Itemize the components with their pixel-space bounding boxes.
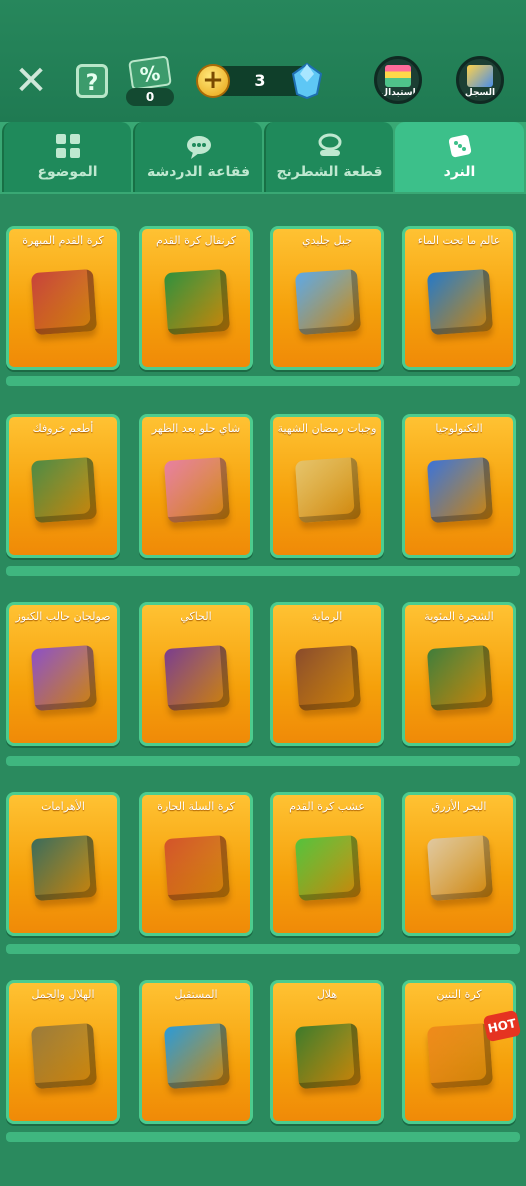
- dice-card-title: جبل جليدي: [301, 234, 353, 247]
- dice-card-title: كرة السلة الحارة: [157, 800, 235, 813]
- help-button[interactable]: ?: [76, 64, 108, 98]
- theme-grid-icon: [55, 134, 80, 158]
- dice-preview: [294, 1022, 362, 1090]
- dice-preview: [163, 644, 231, 712]
- shop-icon: [385, 65, 411, 87]
- discount-icon[interactable]: %: [128, 55, 172, 91]
- dice-card-title: الحاكي: [180, 610, 212, 623]
- tab-theme-label: الموضوع: [37, 164, 98, 180]
- dice-card-title: الأهرامات: [41, 800, 85, 813]
- category-tabs: الموضوع فقاعة الدردشة قطعة الشطرنج النرد: [0, 122, 526, 194]
- close-icon[interactable]: ✕: [12, 61, 50, 101]
- dice-card[interactable]: الأهرامات: [6, 792, 120, 936]
- shelf: [6, 756, 520, 766]
- shelf: [6, 1132, 520, 1142]
- dice-preview: [30, 456, 98, 524]
- dice-preview: [163, 1022, 231, 1090]
- dice-preview: [294, 834, 362, 902]
- dice-preview: [426, 456, 494, 524]
- history-icon: [467, 65, 493, 87]
- dice-card[interactable]: المستقبل: [139, 980, 253, 1124]
- dice-preview: [30, 834, 98, 902]
- dice-icon: [448, 134, 471, 158]
- dice-card[interactable]: وجبات رمضان الشهية: [270, 414, 384, 558]
- dice-preview: [294, 268, 362, 336]
- dice-card[interactable]: صولجان حالب الكنوز: [6, 602, 120, 746]
- shelf: [6, 566, 520, 576]
- dice-card[interactable]: كرة السلة الحارة: [139, 792, 253, 936]
- dice-card[interactable]: أطعم خروفك: [6, 414, 120, 558]
- tab-chat-bubble-label: فقاعة الدردشة: [146, 164, 251, 180]
- chess-piece-icon: [318, 133, 341, 156]
- shelf: [6, 944, 520, 954]
- dice-preview: [426, 1022, 494, 1090]
- dice-card-title: صولجان حالب الكنوز: [15, 610, 111, 623]
- dice-preview: [294, 644, 362, 712]
- dice-card-title: المستقبل: [174, 988, 218, 1001]
- dice-card[interactable]: هلال: [270, 980, 384, 1124]
- discount-count: 0: [126, 88, 174, 106]
- dice-card[interactable]: البحر الأزرق: [402, 792, 516, 936]
- dice-preview: [426, 268, 494, 336]
- dice-card-title: هلال: [316, 988, 338, 1001]
- dice-card-title: عالم ما تحت الماء: [417, 234, 501, 247]
- exchange-label: استبدال: [380, 88, 416, 98]
- dice-preview: [30, 644, 98, 712]
- hot-badge: HOT: [482, 1009, 522, 1043]
- dice-card[interactable]: الهلال والجمل: [6, 980, 120, 1124]
- gem-icon: [291, 62, 323, 100]
- tab-theme[interactable]: الموضوع: [2, 122, 131, 192]
- dice-card-title: عشب كرة القدم: [289, 800, 365, 813]
- shelf: [6, 376, 520, 386]
- dice-card[interactable]: التكنولوجيا: [402, 414, 516, 558]
- dice-card-title: أطعم خروفك: [32, 422, 94, 435]
- dice-preview: [30, 268, 98, 336]
- dice-card[interactable]: كرة التنين HOT: [402, 980, 522, 1124]
- dice-preview: [426, 834, 494, 902]
- dice-preview: [426, 644, 494, 712]
- history-button[interactable]: السجل: [456, 56, 504, 104]
- chat-bubble-icon: [186, 136, 211, 159]
- dice-card[interactable]: الشجرة المئوية: [402, 602, 516, 746]
- tab-chess-piece[interactable]: قطعة الشطرنج: [264, 122, 393, 192]
- add-currency-button[interactable]: +: [196, 64, 230, 98]
- top-bar: ✕ ? % 0 + 3 استبدال السجل: [0, 0, 526, 122]
- dice-card-title: شاي حلو بعد الظهر: [151, 422, 241, 435]
- dice-preview: [163, 268, 231, 336]
- dice-card-title: كرة التنين: [436, 988, 482, 1001]
- dice-card-title: الهلال والجمل: [31, 988, 95, 1001]
- dice-card[interactable]: عشب كرة القدم: [270, 792, 384, 936]
- dice-card-title: التكنولوجيا: [435, 422, 483, 435]
- tab-dice[interactable]: النرد: [395, 122, 524, 192]
- dice-card[interactable]: كرة القدم المبهرة: [6, 226, 120, 370]
- dice-card[interactable]: شاي حلو بعد الظهر: [139, 414, 253, 558]
- history-label: السجل: [464, 88, 496, 98]
- dice-preview: [294, 456, 362, 524]
- dice-card-title: كرة القدم المبهرة: [22, 234, 104, 247]
- tab-chess-piece-label: قطعة الشطرنج: [276, 164, 383, 180]
- dice-card[interactable]: كرنفال كرة القدم: [139, 226, 253, 370]
- dice-preview: [163, 834, 231, 902]
- dice-card-title: الرماية: [311, 610, 343, 623]
- dice-card[interactable]: عالم ما تحت الماء: [402, 226, 516, 370]
- dice-card[interactable]: جبل جليدي: [270, 226, 384, 370]
- dice-preview: [30, 1022, 98, 1090]
- tab-chat-bubble[interactable]: فقاعة الدردشة: [133, 122, 262, 192]
- dice-card-title: وجبات رمضان الشهية: [277, 422, 377, 435]
- dice-preview: [163, 456, 231, 524]
- dice-card-title: الشجرة المئوية: [424, 610, 494, 623]
- dice-card[interactable]: الحاكي: [139, 602, 253, 746]
- dice-card-title: كرنفال كرة القدم: [156, 234, 236, 247]
- exchange-button[interactable]: استبدال: [374, 56, 422, 104]
- dice-card-title: البحر الأزرق: [431, 800, 487, 813]
- gem-count: 3: [254, 71, 266, 90]
- dice-card[interactable]: الرماية: [270, 602, 384, 746]
- tab-dice-label: النرد: [443, 164, 476, 180]
